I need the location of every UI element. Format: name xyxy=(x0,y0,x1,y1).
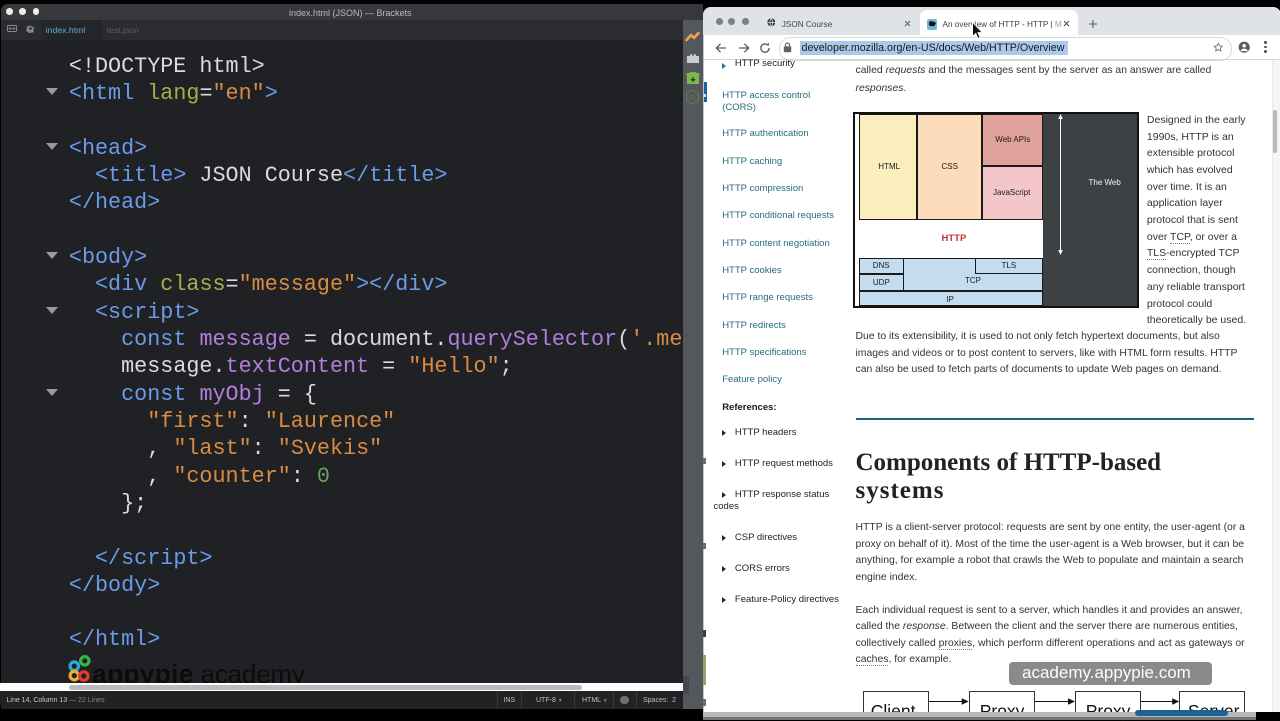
svg-text:JS: JS xyxy=(689,96,696,102)
